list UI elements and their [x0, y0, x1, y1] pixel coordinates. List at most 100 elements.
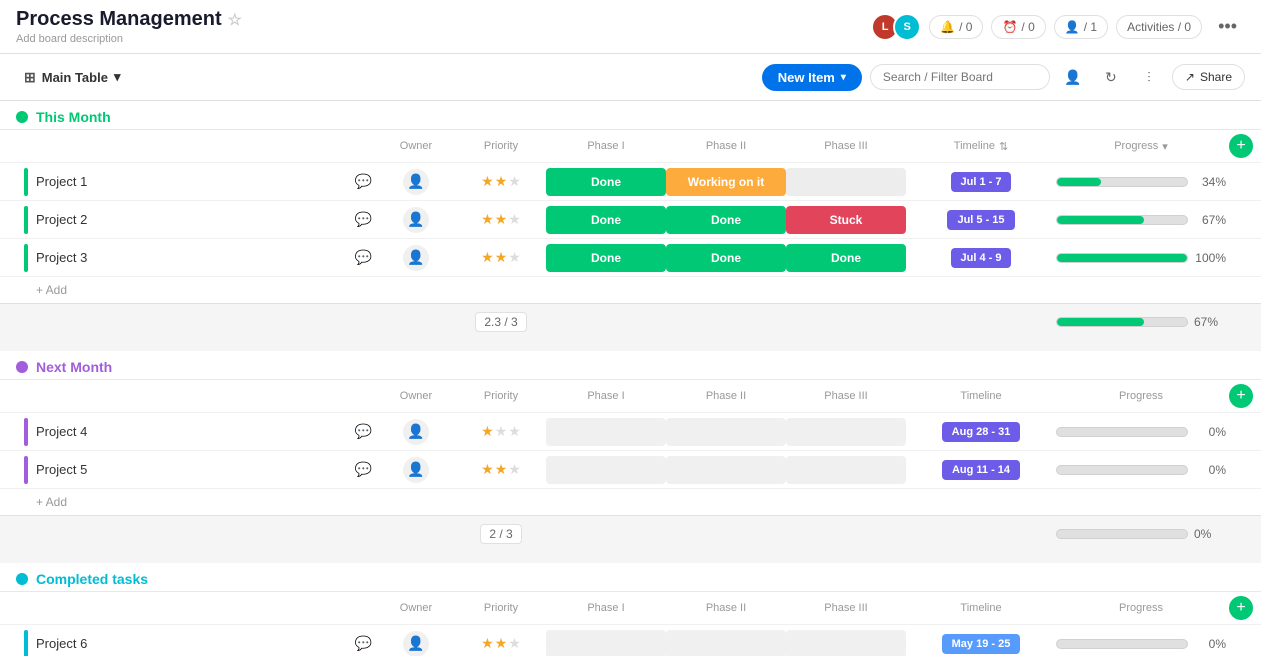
stat-time[interactable]: ⏰ / 0: [991, 15, 1045, 39]
search-input[interactable]: [870, 64, 1050, 90]
star-icon[interactable]: ☆: [228, 10, 242, 30]
phase3-cell-project4[interactable]: [786, 418, 906, 446]
col-phase2-completed: Phase II: [666, 602, 786, 614]
comment-icon-project1[interactable]: 💬: [355, 173, 372, 190]
stars-project5[interactable]: ★ ★ ★: [481, 461, 521, 478]
table-row: Project 1 💬 👤 ★ ★ ★ Done Working on it: [0, 162, 1261, 200]
phase2-cell-project2[interactable]: Done: [666, 206, 786, 234]
progress-cell-project4: 0%: [1056, 425, 1226, 439]
phase3-cell-project1[interactable]: [786, 168, 906, 196]
stars-project1[interactable]: ★ ★ ★: [481, 173, 521, 190]
summary-progress-bar-this-month: [1056, 317, 1188, 327]
stars-project6[interactable]: ★ ★ ★: [481, 635, 521, 652]
summary-progress-next-month: 0%: [1056, 527, 1226, 541]
timeline-cell-project6[interactable]: May 19 - 25: [906, 634, 1056, 654]
users-icon: 👤: [1065, 20, 1080, 34]
new-item-dropdown-arrow: ▾: [841, 72, 846, 83]
add-row-next-month[interactable]: + Add: [0, 488, 1261, 515]
stars-project2[interactable]: ★ ★ ★: [481, 211, 521, 228]
phase1-cell-project6[interactable]: [546, 630, 666, 656]
timeline-cell-project2[interactable]: Jul 5 - 15: [906, 210, 1056, 230]
header-left: Process Management ☆ Add board descripti…: [16, 8, 242, 45]
clock-icon: ⏰: [1002, 20, 1017, 34]
owner-avatar-project4[interactable]: 👤: [403, 419, 429, 445]
star3: ★: [508, 249, 521, 266]
add-column-button-completed[interactable]: +: [1229, 596, 1253, 620]
phase3-cell-project5[interactable]: [786, 456, 906, 484]
phase2-cell-project1[interactable]: Working on it: [666, 168, 786, 196]
filter-icon-btn[interactable]: ⫶: [1134, 62, 1164, 92]
owner-avatar-project3[interactable]: 👤: [403, 245, 429, 271]
owner-avatar-project5[interactable]: 👤: [403, 457, 429, 483]
bell-icon: 🔔: [940, 20, 955, 34]
phase3-cell-project2[interactable]: Stuck: [786, 206, 906, 234]
priority-cell-project6: ★ ★ ★: [456, 635, 546, 652]
board-description[interactable]: Add board description: [16, 33, 242, 45]
person-icon-btn[interactable]: 👤: [1058, 62, 1088, 92]
stars-project3[interactable]: ★ ★ ★: [481, 249, 521, 266]
sort-icon[interactable]: ⇅: [999, 140, 1008, 153]
col-add-completed: +: [1226, 596, 1256, 620]
table-selector[interactable]: ⊞ Main Table ▾: [16, 65, 128, 90]
add-row-label-next-month: + Add: [36, 495, 67, 509]
stat-time-value: / 0: [1021, 20, 1034, 34]
summary-progress-text-next-month: 0%: [1194, 527, 1226, 541]
add-column-button-this-month[interactable]: +: [1229, 134, 1253, 158]
col-priority-next-month: Priority: [456, 390, 546, 402]
comment-icon-project3[interactable]: 💬: [355, 249, 372, 266]
timeline-cell-project4[interactable]: Aug 28 - 31: [906, 422, 1056, 442]
header-right: L S 🔔 / 0 ⏰ / 0 👤 / 1 Activities / 0 •••: [871, 12, 1245, 41]
project5-name: Project 5: [36, 462, 87, 477]
comment-icon-project4[interactable]: 💬: [355, 423, 372, 440]
timeline-cell-project3[interactable]: Jul 4 - 9: [906, 248, 1056, 268]
project2-name: Project 2: [36, 212, 87, 227]
add-column-button-next-month[interactable]: +: [1229, 384, 1253, 408]
comment-icon-project5[interactable]: 💬: [355, 461, 372, 478]
col-owner-next-month: Owner: [376, 390, 456, 402]
phase2-cell-project4[interactable]: [666, 418, 786, 446]
more-options-button[interactable]: •••: [1210, 12, 1245, 41]
comment-icon-project6[interactable]: 💬: [355, 635, 372, 652]
phase1-cell-project3[interactable]: Done: [546, 244, 666, 272]
comment-icon-project2[interactable]: 💬: [355, 211, 372, 228]
timeline-cell-project5[interactable]: Aug 11 - 14: [906, 460, 1056, 480]
toolbar: ⊞ Main Table ▾ New Item ▾ 👤 ↻ ⫶ ↗ Share: [0, 54, 1261, 101]
row-bar-project3: [24, 244, 28, 272]
phase1-cell-project2[interactable]: Done: [546, 206, 666, 234]
activities-stat[interactable]: Activities / 0: [1116, 15, 1202, 39]
owner-avatar-project1[interactable]: 👤: [403, 169, 429, 195]
group-header-this-month: This Month: [0, 101, 1261, 129]
phase1-cell-project5[interactable]: [546, 456, 666, 484]
phase2-cell-project6[interactable]: [666, 630, 786, 656]
priority-cell-project5: ★ ★ ★: [456, 461, 546, 478]
add-row-this-month[interactable]: + Add: [0, 276, 1261, 303]
phase1-cell-project4[interactable]: [546, 418, 666, 446]
avatar-group: L S: [871, 13, 921, 41]
owner-cell-project6: 👤: [376, 631, 456, 656]
phase1-cell-project1[interactable]: Done: [546, 168, 666, 196]
owner-cell-project5: 👤: [376, 457, 456, 483]
refresh-icon-btn[interactable]: ↻: [1096, 62, 1126, 92]
share-button[interactable]: ↗ Share: [1172, 64, 1245, 90]
timeline-label: Timeline: [954, 140, 995, 152]
phase2-cell-project3[interactable]: Done: [666, 244, 786, 272]
timeline-cell-project1[interactable]: Jul 1 - 7: [906, 172, 1056, 192]
owner-avatar-project6[interactable]: 👤: [403, 631, 429, 656]
new-item-button[interactable]: New Item ▾: [762, 64, 862, 91]
star1: ★: [481, 249, 494, 266]
progress-cell-project3: 100%: [1056, 251, 1226, 265]
phase3-badge-project1: [786, 168, 906, 196]
phase3-cell-project6[interactable]: [786, 630, 906, 656]
stars-project4[interactable]: ★ ★ ★: [481, 423, 521, 440]
table-row: Project 5 💬 👤 ★ ★ ★: [0, 450, 1261, 488]
stat-notifications[interactable]: 🔔 / 0: [929, 15, 983, 39]
progress-dropdown-icon[interactable]: ▾: [1162, 140, 1168, 153]
avatar-2: S: [893, 13, 921, 41]
owner-avatar-project2[interactable]: 👤: [403, 207, 429, 233]
summary-progress-fill-this-month: [1057, 318, 1144, 326]
project4-name: Project 4: [36, 424, 87, 439]
phase3-cell-project3[interactable]: Done: [786, 244, 906, 272]
stat-users[interactable]: 👤 / 1: [1054, 15, 1108, 39]
phase2-cell-project5[interactable]: [666, 456, 786, 484]
phase3-badge-project2: Stuck: [786, 206, 906, 234]
